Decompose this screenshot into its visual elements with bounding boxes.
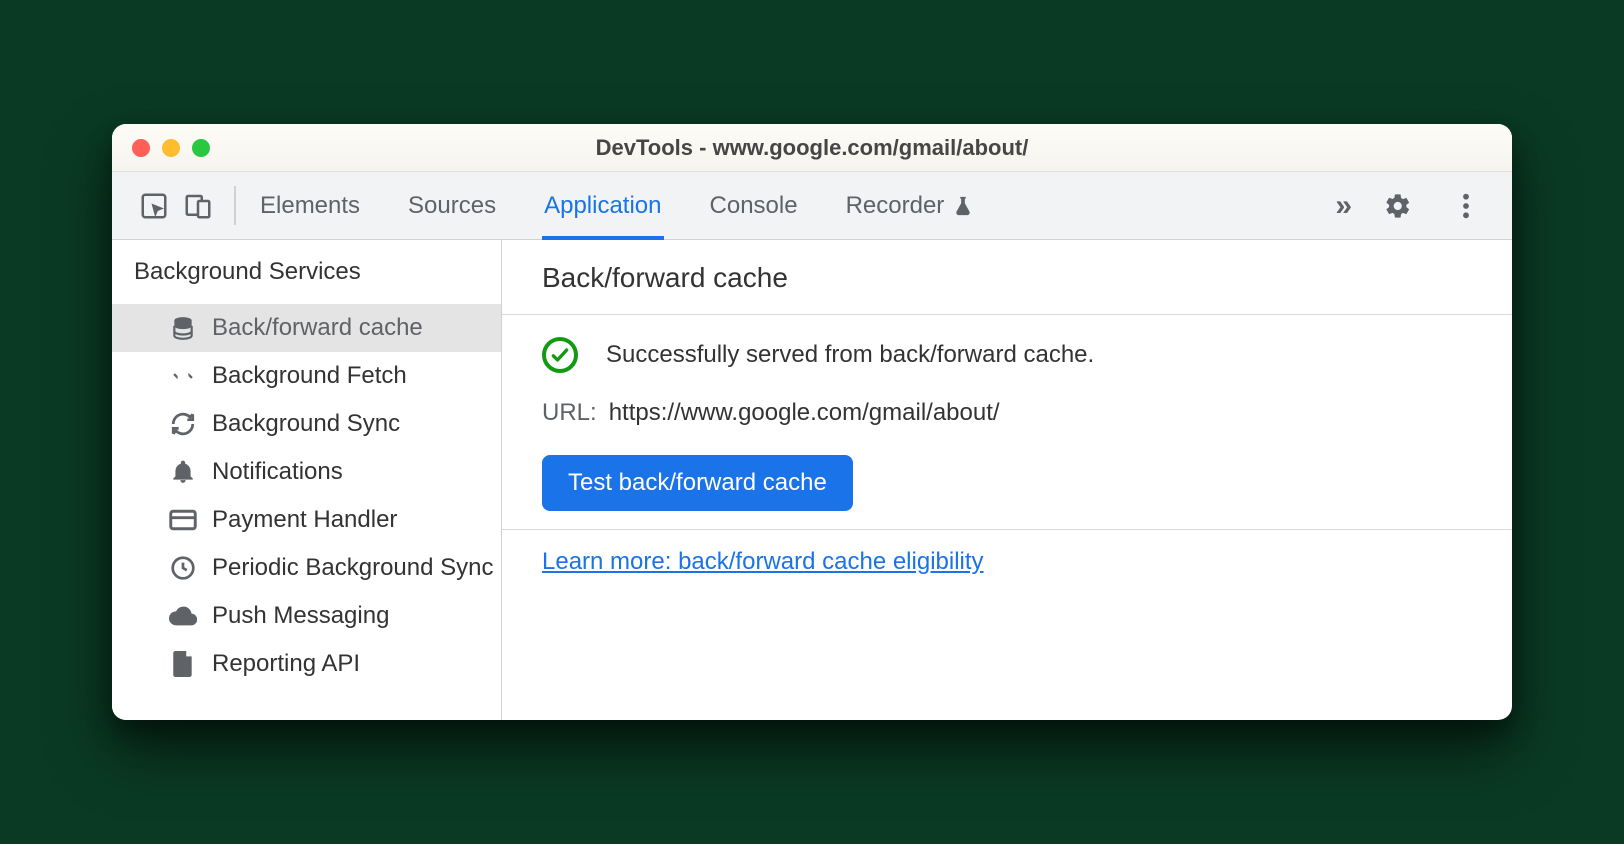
sidebar-item-push[interactable]: Push Messaging xyxy=(112,592,501,640)
sidebar: Background Services Back/forward cache B… xyxy=(112,240,502,720)
status-text: Successfully served from back/forward ca… xyxy=(606,341,1094,369)
tab-label: Recorder xyxy=(846,192,945,220)
tab-label: Elements xyxy=(260,192,360,220)
status-block: Successfully served from back/forward ca… xyxy=(502,315,1512,530)
sidebar-item-label: Periodic Background Sync xyxy=(212,554,493,582)
fetch-arrows-icon xyxy=(168,361,198,391)
sidebar-item-bg-sync[interactable]: Background Sync xyxy=(112,400,501,448)
devtools-tabs: Elements Sources Application Console Rec… xyxy=(236,172,1327,239)
sidebar-item-bfcache[interactable]: Back/forward cache xyxy=(112,304,501,352)
cloud-icon xyxy=(168,601,198,631)
tab-elements[interactable]: Elements xyxy=(260,172,360,239)
sidebar-item-payment[interactable]: Payment Handler xyxy=(112,496,501,544)
tab-sources[interactable]: Sources xyxy=(408,172,496,239)
card-icon xyxy=(168,505,198,535)
settings-icon[interactable] xyxy=(1376,184,1420,228)
device-toggle-icon[interactable] xyxy=(176,184,220,228)
tab-application[interactable]: Application xyxy=(544,172,661,239)
window-title: DevTools - www.google.com/gmail/about/ xyxy=(112,135,1512,161)
database-icon xyxy=(168,313,198,343)
kebab-menu-icon[interactable] xyxy=(1444,184,1488,228)
sidebar-section-header: Background Services xyxy=(112,240,501,304)
sidebar-item-periodic-sync[interactable]: Periodic Background Sync xyxy=(112,544,501,592)
clock-icon xyxy=(168,553,198,583)
panel-body: Background Services Back/forward cache B… xyxy=(112,240,1512,720)
sidebar-item-label: Push Messaging xyxy=(212,602,389,630)
tab-label: Console xyxy=(710,192,798,220)
sidebar-item-label: Payment Handler xyxy=(212,506,397,534)
url-label: URL: xyxy=(542,399,597,427)
window-minimize-button[interactable] xyxy=(162,139,180,157)
sidebar-item-label: Back/forward cache xyxy=(212,314,423,342)
sidebar-item-label: Background Fetch xyxy=(212,362,407,390)
tab-label: Application xyxy=(544,192,661,220)
sidebar-item-reporting[interactable]: Reporting API xyxy=(112,640,501,688)
success-check-icon xyxy=(542,337,578,373)
learn-more-row: Learn more: back/forward cache eligibili… xyxy=(502,530,1512,604)
sidebar-item-label: Reporting API xyxy=(212,650,360,678)
file-icon xyxy=(168,649,198,679)
more-tabs-icon[interactable]: » xyxy=(1335,189,1352,223)
url-value: https://www.google.com/gmail/about/ xyxy=(609,399,1000,427)
sidebar-item-notifications[interactable]: Notifications xyxy=(112,448,501,496)
tab-recorder[interactable]: Recorder xyxy=(846,172,975,239)
bell-icon xyxy=(168,457,198,487)
learn-more-link[interactable]: Learn more: back/forward cache eligibili… xyxy=(542,548,984,575)
window-close-button[interactable] xyxy=(132,139,150,157)
devtools-window: DevTools - www.google.com/gmail/about/ E… xyxy=(112,124,1512,720)
sidebar-item-label: Background Sync xyxy=(212,410,400,438)
url-row: URL: https://www.google.com/gmail/about/ xyxy=(542,399,1472,427)
panel-title: Back/forward cache xyxy=(502,240,1512,315)
tab-console[interactable]: Console xyxy=(710,172,798,239)
flask-icon xyxy=(952,195,974,217)
main-panel: Back/forward cache Successfully served f… xyxy=(502,240,1512,720)
test-bfcache-button[interactable]: Test back/forward cache xyxy=(542,455,853,511)
sidebar-item-bg-fetch[interactable]: Background Fetch xyxy=(112,352,501,400)
sync-icon xyxy=(168,409,198,439)
tab-label: Sources xyxy=(408,192,496,220)
window-zoom-button[interactable] xyxy=(192,139,210,157)
inspect-element-icon[interactable] xyxy=(132,184,176,228)
devtools-toolbar: Elements Sources Application Console Rec… xyxy=(112,172,1512,240)
window-controls xyxy=(132,139,210,157)
window-titlebar: DevTools - www.google.com/gmail/about/ xyxy=(112,124,1512,172)
status-row: Successfully served from back/forward ca… xyxy=(542,337,1472,373)
sidebar-item-label: Notifications xyxy=(212,458,343,486)
